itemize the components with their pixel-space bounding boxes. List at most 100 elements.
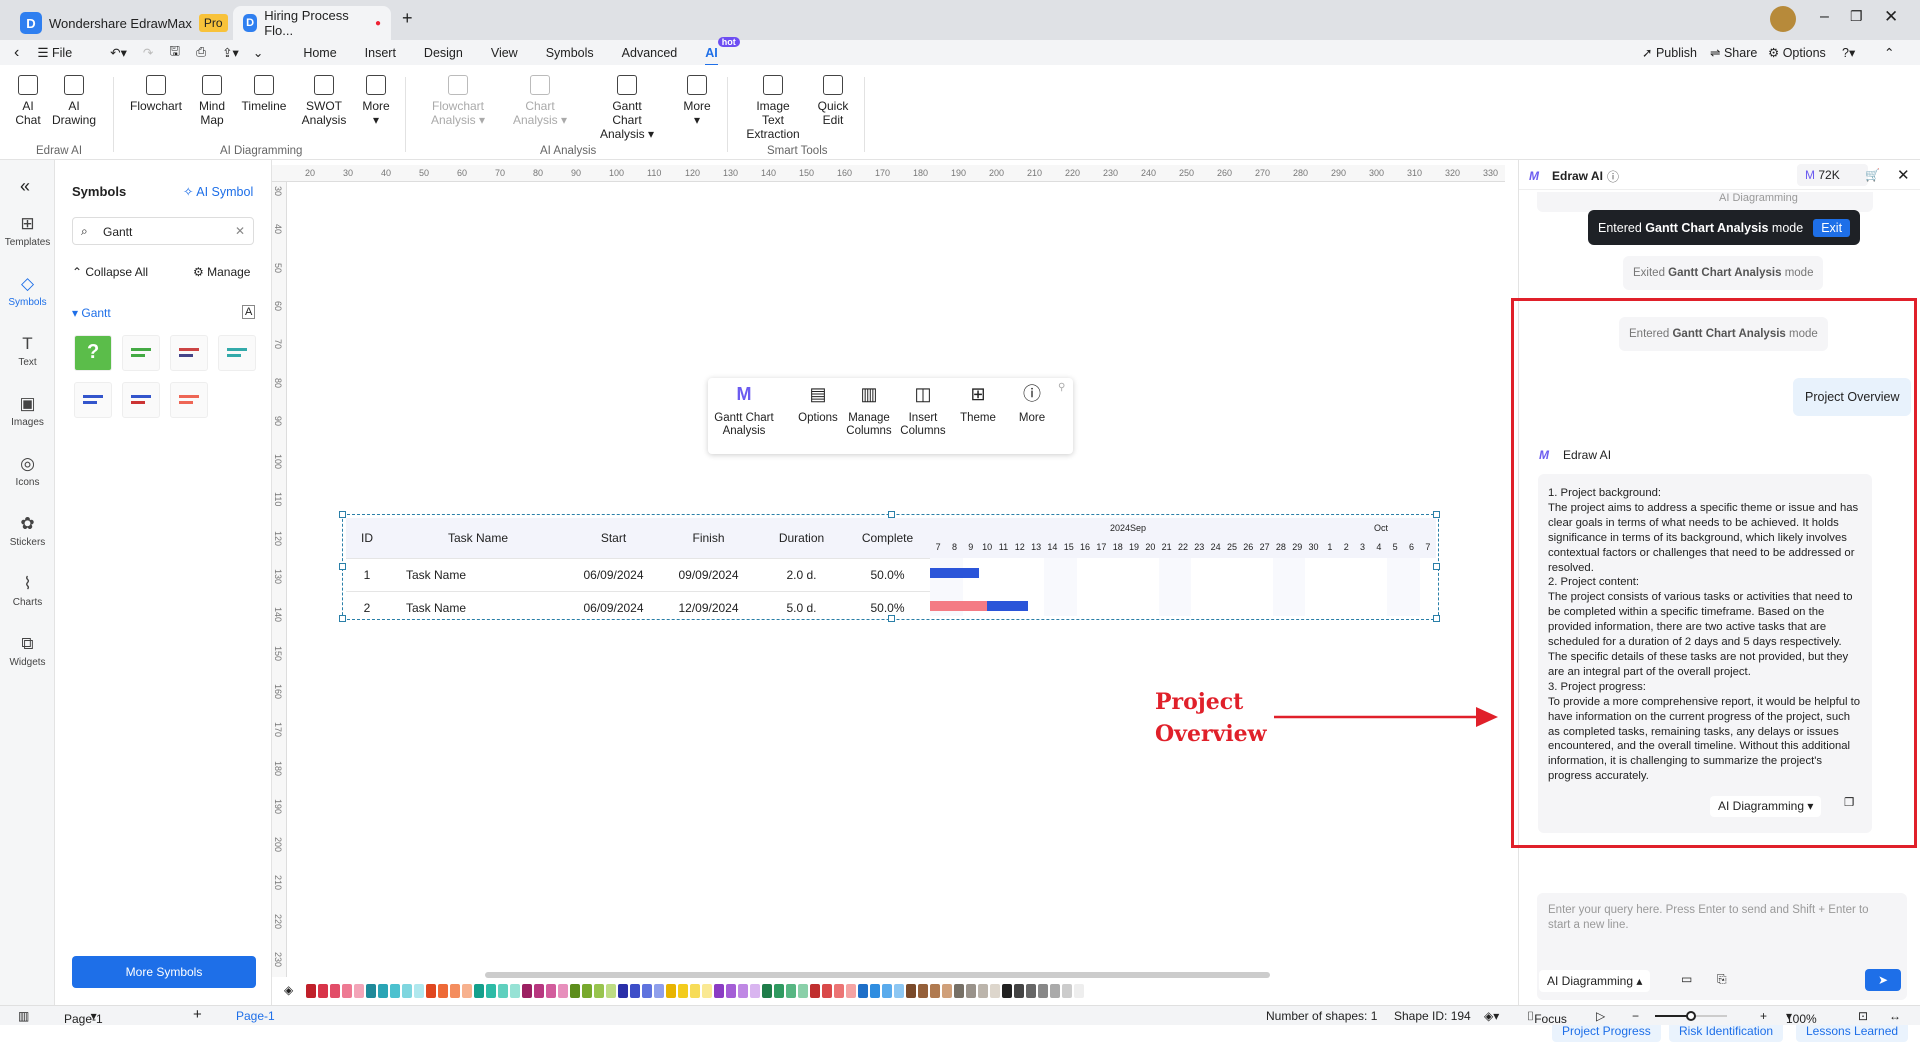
ribbon-button-gantt-chart[interactable]: Gantt Chart Analysis ▾ xyxy=(599,75,655,141)
color-swatch[interactable] xyxy=(354,984,364,998)
publish-button[interactable]: ➚ Publish xyxy=(1642,45,1697,60)
color-swatch[interactable] xyxy=(642,984,652,998)
ai-symbol-button[interactable]: ✧ AI Symbol xyxy=(183,184,253,199)
color-swatch[interactable] xyxy=(570,984,580,998)
color-swatch[interactable] xyxy=(882,984,892,998)
color-swatch[interactable] xyxy=(750,984,760,998)
color-swatch[interactable] xyxy=(762,984,772,998)
color-swatch[interactable] xyxy=(990,984,1000,998)
tab-home[interactable]: Home xyxy=(289,46,350,60)
color-swatch[interactable] xyxy=(378,984,388,998)
color-swatch[interactable] xyxy=(654,984,664,998)
tab-design[interactable]: Design xyxy=(410,46,477,60)
fill-bucket-icon[interactable]: ◈ xyxy=(284,983,293,997)
symbol-search-input[interactable]: ⌕ Gantt ✕ xyxy=(72,217,254,245)
table-row[interactable]: 1 Task Name 06/09/2024 09/09/2024 2.0 d. 50.0… xyxy=(346,558,930,591)
ribbon-button-more[interactable]: More ▾ xyxy=(669,75,725,127)
color-swatch[interactable] xyxy=(618,984,628,998)
color-swatch[interactable] xyxy=(918,984,928,998)
save-icon[interactable]: 🖫 xyxy=(169,42,180,63)
color-swatch[interactable] xyxy=(978,984,988,998)
color-swatch[interactable] xyxy=(330,984,340,998)
color-swatch[interactable] xyxy=(810,984,820,998)
page-layout-icon[interactable]: ▥ xyxy=(18,1009,29,1023)
collapse-ribbon-icon[interactable]: ⌃ xyxy=(1884,45,1894,60)
color-swatch[interactable] xyxy=(942,984,952,998)
color-swatch[interactable] xyxy=(894,984,904,998)
options-button[interactable]: ⚙ Options xyxy=(1768,45,1826,60)
ribbon-button-ai[interactable]: AI Drawing xyxy=(46,75,102,127)
color-swatch[interactable] xyxy=(1002,984,1012,998)
color-swatch[interactable] xyxy=(954,984,964,998)
color-swatch[interactable] xyxy=(774,984,784,998)
resize-handle[interactable] xyxy=(339,511,346,518)
color-swatch[interactable] xyxy=(798,984,808,998)
table-row[interactable]: 2 Task Name 06/09/2024 12/09/2024 5.0 d. 50.0… xyxy=(346,591,930,624)
color-swatch[interactable] xyxy=(702,984,712,998)
print-icon[interactable]: ⎙ xyxy=(196,45,206,60)
upload-file-icon[interactable]: ⎘ xyxy=(1717,972,1727,987)
color-swatch[interactable] xyxy=(930,984,940,998)
color-swatch[interactable] xyxy=(342,984,352,998)
gantt-chart-analysis-button[interactable]: M Gantt Chart Analysis xyxy=(714,385,774,438)
close-panel-icon[interactable]: ✕ xyxy=(1897,166,1910,184)
send-button[interactable]: ➤ xyxy=(1865,969,1901,991)
tab-view[interactable]: View xyxy=(477,46,532,60)
zoom-level-select[interactable]: 100% ▾ xyxy=(1786,1009,1817,1026)
color-swatch[interactable] xyxy=(606,984,616,998)
focus-button[interactable]: ⌷ Focus xyxy=(1527,1009,1567,1026)
cart-icon[interactable]: 🛒 xyxy=(1865,168,1880,182)
gantt-bar-complete[interactable] xyxy=(930,601,988,611)
color-swatch[interactable] xyxy=(594,984,604,998)
symbol-gantt-tile[interactable] xyxy=(218,335,256,371)
ribbon-button-quick[interactable]: Quick Edit xyxy=(805,75,861,127)
ribbon-button-flowchart[interactable]: Flowchart xyxy=(128,75,184,113)
resize-handle[interactable] xyxy=(339,615,346,622)
gantt-bar-remaining[interactable] xyxy=(930,568,979,578)
color-swatch[interactable] xyxy=(534,984,544,998)
rail-item-images[interactable]: ▣ Images xyxy=(0,394,55,428)
customize-icon[interactable]: ⌄ xyxy=(253,45,263,60)
ribbon-button-mind[interactable]: Mind Map xyxy=(184,75,240,127)
clear-search-icon[interactable]: ✕ xyxy=(235,224,245,238)
color-swatch[interactable] xyxy=(474,984,484,998)
horizontal-scrollbar[interactable] xyxy=(485,972,1270,978)
symbol-gantt-tile[interactable] xyxy=(74,382,112,418)
color-swatch[interactable] xyxy=(630,984,640,998)
color-swatch[interactable] xyxy=(678,984,688,998)
symbol-gantt-tile[interactable] xyxy=(122,335,160,371)
export-icon[interactable]: ⇪▾ xyxy=(222,45,239,60)
attach-icon[interactable]: ▭ xyxy=(1681,972,1692,986)
symbol-gantt-tile[interactable] xyxy=(170,335,208,371)
color-swatch[interactable] xyxy=(906,984,916,998)
color-swatch[interactable] xyxy=(486,984,496,998)
minimize-button[interactable]: – xyxy=(1820,8,1829,26)
collapse-all-button[interactable]: ⌃ Collapse All xyxy=(72,265,148,279)
rail-item-templates[interactable]: ⊞ Templates xyxy=(0,214,55,248)
color-swatch[interactable] xyxy=(1062,984,1072,998)
gantt-category[interactable]: ▾ Gantt xyxy=(72,306,111,320)
resize-handle[interactable] xyxy=(1433,511,1440,518)
color-swatch[interactable] xyxy=(786,984,796,998)
ribbon-button-flowchart[interactable]: Flowchart Analysis ▾ xyxy=(430,75,486,127)
color-swatch[interactable] xyxy=(498,984,508,998)
color-swatch[interactable] xyxy=(558,984,568,998)
tab-ai[interactable]: AI hot xyxy=(691,36,740,66)
more-symbols-button[interactable]: More Symbols xyxy=(72,956,256,988)
gantt-bar-remaining[interactable] xyxy=(987,601,1028,611)
color-swatch[interactable] xyxy=(870,984,880,998)
color-swatch[interactable] xyxy=(846,984,856,998)
ribbon-button-swot[interactable]: SWOT Analysis xyxy=(296,75,352,127)
document-tab[interactable]: D Hiring Process Flo... ● xyxy=(233,6,391,40)
add-page-button[interactable]: + xyxy=(193,1006,202,1023)
color-swatch[interactable] xyxy=(522,984,532,998)
color-swatch[interactable] xyxy=(390,984,400,998)
zoom-slider[interactable] xyxy=(1655,1011,1727,1021)
zoom-out-button[interactable]: − xyxy=(1632,1009,1639,1023)
color-swatch[interactable] xyxy=(318,984,328,998)
more-button[interactable]: ⓘ More xyxy=(1010,385,1054,425)
color-swatch[interactable] xyxy=(834,984,844,998)
color-swatch[interactable] xyxy=(1038,984,1048,998)
ribbon-button-image-text[interactable]: Image Text Extraction xyxy=(745,75,801,141)
color-swatch[interactable] xyxy=(714,984,724,998)
